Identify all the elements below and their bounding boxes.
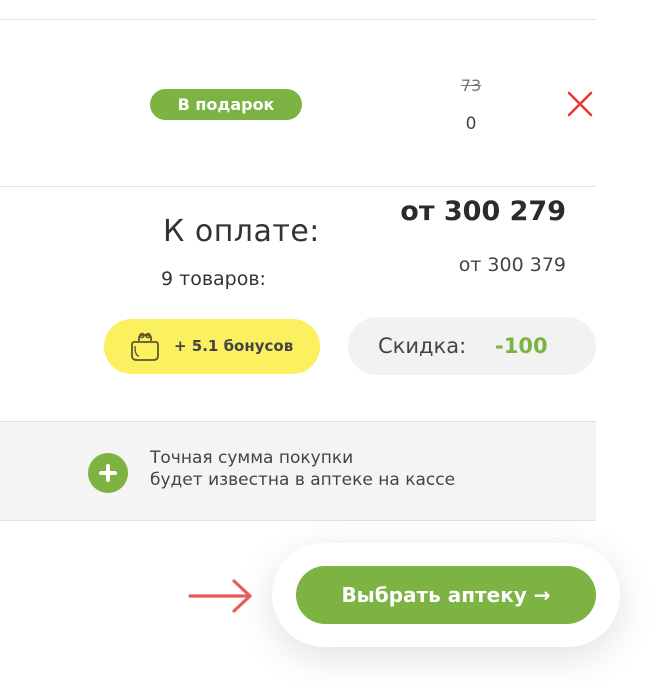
arrow-right-icon	[188, 579, 252, 613]
info-line-1: Точная сумма покупки	[150, 448, 354, 468]
total-price: от 300 279	[400, 196, 566, 227]
info-panel: Точная сумма покупки будет известна в ап…	[0, 421, 596, 521]
discount-badge: Скидка: -100	[348, 317, 596, 375]
item-price: 0	[465, 114, 477, 134]
close-icon[interactable]	[566, 90, 594, 118]
plus-icon	[88, 453, 128, 493]
info-text: Точная сумма покупки будет известна в ап…	[150, 447, 455, 491]
gift-badge: В подарок	[150, 89, 302, 120]
divider	[0, 19, 596, 20]
divider	[0, 186, 596, 187]
info-line-2: будет известна в аптеке на кассе	[150, 470, 456, 490]
bonus-label: + 5.1 бонусов	[174, 337, 294, 355]
pay-label: К оплате:	[163, 214, 320, 249]
discount-value: -100	[495, 334, 548, 358]
discount-label: Скидка:	[378, 334, 467, 358]
cart-summary-page: В подарок 73 0 К оплате: от 300 279 9 то…	[0, 0, 662, 688]
bonus-badge: + 5.1 бонусов	[104, 319, 320, 374]
items-count: 9 товаров:	[161, 268, 266, 290]
old-total: от 300 379	[458, 254, 566, 276]
choose-pharmacy-button[interactable]: Выбрать аптеку →	[296, 566, 596, 624]
old-price: 73	[460, 76, 482, 95]
wallet-icon	[131, 332, 159, 361]
